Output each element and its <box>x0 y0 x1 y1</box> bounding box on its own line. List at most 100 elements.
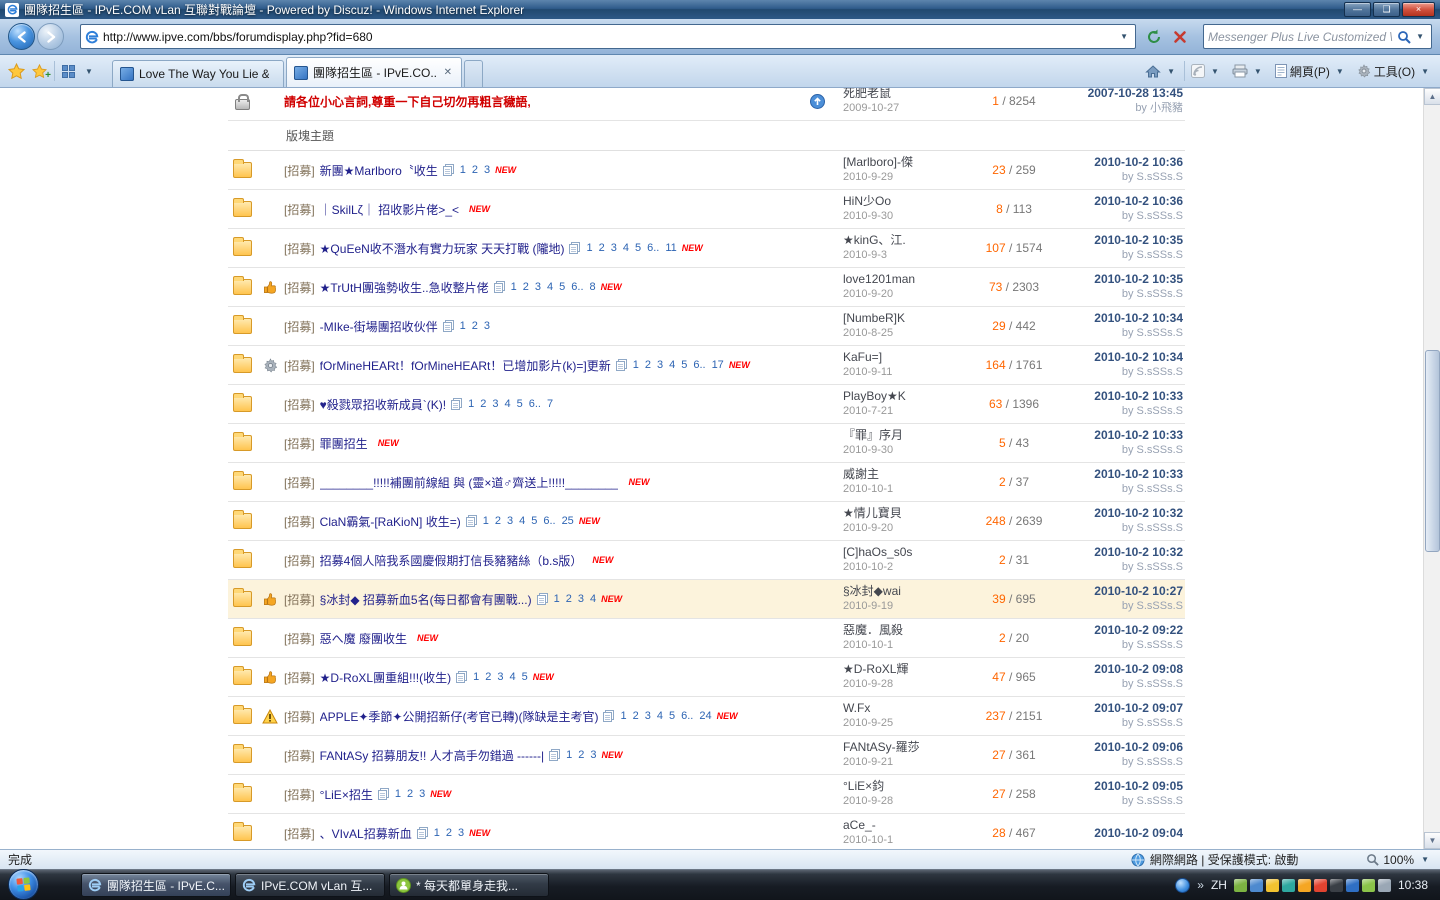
page-link[interactable]: 4 <box>669 359 675 371</box>
lastpost-author-link[interactable]: by S.sSSs.S <box>1043 443 1183 458</box>
back-button[interactable] <box>8 23 35 50</box>
thread-author-link[interactable]: 威謝主 <box>843 467 985 482</box>
lastpost-author-link[interactable]: by S.sSSs.S <box>1043 326 1183 341</box>
thread-author-link[interactable]: ★情儿寶貝 <box>843 506 985 521</box>
page-link[interactable]: 3 <box>507 515 513 527</box>
page-link[interactable]: 6.. <box>693 359 705 371</box>
zoom-control[interactable]: 100% ▼ <box>1366 853 1432 867</box>
page-link[interactable]: 6.. <box>571 281 583 293</box>
search-input[interactable] <box>1208 30 1395 44</box>
page-link[interactable]: 3 <box>590 749 596 761</box>
page-link[interactable]: 2 <box>480 398 486 410</box>
thread-title-link[interactable]: ★D-RoXL團重組!!!(收生) <box>320 669 451 686</box>
thread-title-link[interactable]: -MIke-街場團招收伙伴 <box>320 318 438 335</box>
lastpost-date-link[interactable]: 2010-10-2 10:35 <box>1043 233 1183 248</box>
tab-close-icon[interactable]: ✕ <box>442 66 454 79</box>
lastpost-date-link[interactable]: 2010-10-2 10:34 <box>1043 350 1183 365</box>
address-dropdown-icon[interactable]: ▼ <box>1117 32 1131 41</box>
page-link[interactable]: 1 <box>566 749 572 761</box>
tray-icon[interactable] <box>1346 879 1359 892</box>
page-link[interactable]: 4 <box>547 281 553 293</box>
lastpost-date-link[interactable]: 2007-10-28 13:45 <box>1043 88 1183 101</box>
lastpost-date-link[interactable]: 2010-10-2 09:05 <box>1043 779 1183 794</box>
page-link[interactable]: 3 <box>458 827 464 839</box>
page-link[interactable]: 6.. <box>647 242 659 254</box>
stop-button[interactable] <box>1168 25 1192 49</box>
thread-author-link[interactable]: love1201man <box>843 272 985 287</box>
page-link[interactable]: 5 <box>522 671 528 683</box>
quick-tabs-icon[interactable] <box>62 65 75 78</box>
lastpost-author-link[interactable]: by S.sSSs.S <box>1043 755 1183 770</box>
lastpost-date-link[interactable]: 2010-10-2 09:07 <box>1043 701 1183 716</box>
minimize-button[interactable]: — <box>1344 2 1371 17</box>
tab-forum-active[interactable]: 團隊招生區 - IPvE.CO... ✕ <box>286 57 462 87</box>
page-link[interactable]: 2 <box>523 281 529 293</box>
new-tab-stub[interactable] <box>464 60 483 87</box>
page-link[interactable]: 1 <box>511 281 517 293</box>
page-link[interactable]: 6.. <box>681 710 693 722</box>
print-dropdown-icon[interactable]: ▼ <box>1251 67 1265 76</box>
thread-title-link[interactable]: ClaN霸氣-[RaKioN] 收生=) <box>320 513 461 530</box>
lastpost-date-link[interactable]: 2010-10-2 09:08 <box>1043 662 1183 677</box>
page-link[interactable]: 4 <box>509 671 515 683</box>
vertical-scrollbar[interactable]: ▲ ▼ <box>1423 88 1440 849</box>
lastpost-date-link[interactable]: 2010-10-2 10:32 <box>1043 545 1183 560</box>
feeds-dropdown-icon[interactable]: ▼ <box>1208 67 1222 76</box>
page-link[interactable]: 7 <box>547 398 553 410</box>
thread-author-link[interactable]: W.Fx <box>843 701 985 716</box>
lastpost-date-link[interactable]: 2010-10-2 09:22 <box>1043 623 1183 638</box>
thread-title-link[interactable]: 、VIvAL招募新血 <box>320 825 412 842</box>
lastpost-date-link[interactable]: 2010-10-2 10:32 <box>1043 506 1183 521</box>
refresh-button[interactable] <box>1142 25 1166 49</box>
scrollbar-thumb[interactable] <box>1425 350 1440 552</box>
close-button[interactable]: × <box>1402 2 1435 17</box>
tray-icon[interactable] <box>1298 879 1311 892</box>
lastpost-author-link[interactable]: by S.sSSs.S <box>1043 638 1183 653</box>
thread-title-link[interactable]: °LiE×招生 <box>320 786 373 803</box>
tray-icon[interactable] <box>1362 879 1375 892</box>
lastpost-author-link[interactable]: by S.sSSs.S <box>1043 560 1183 575</box>
lastpost-author-link[interactable]: by S.sSSs.S <box>1043 482 1183 497</box>
page-link[interactable]: 2 <box>472 320 478 332</box>
page-link[interactable]: 1 <box>460 164 466 176</box>
thread-title-link[interactable]: 招募4個人陪我系國慶假期打信長豬豬絲（b.s版） <box>320 552 583 569</box>
page-link[interactable]: 5 <box>635 242 641 254</box>
tray-icon[interactable] <box>1234 879 1247 892</box>
tray-icon[interactable] <box>1266 879 1279 892</box>
lastpost-author-link[interactable]: by S.sSSs.S <box>1043 365 1183 380</box>
thread-author-link[interactable]: KaFu=] <box>843 350 985 365</box>
page-link[interactable]: 2 <box>485 671 491 683</box>
page-link[interactable]: 2 <box>495 515 501 527</box>
thread-title-link[interactable]: 新團★Marlboro〝收生 <box>320 162 438 179</box>
page-link[interactable]: 3 <box>611 242 617 254</box>
thread-title-link[interactable]: 惡へ魔 廢團收生 <box>320 630 407 647</box>
quick-tabs-dropdown-icon[interactable]: ▼ <box>82 67 96 76</box>
page-link[interactable]: 4 <box>519 515 525 527</box>
page-link[interactable]: 8 <box>590 281 596 293</box>
page-menu-button[interactable]: 網頁(P) ▼ <box>1271 60 1351 83</box>
page-link[interactable]: 5 <box>531 515 537 527</box>
page-link[interactable]: 6.. <box>529 398 541 410</box>
url-input[interactable] <box>103 30 1117 44</box>
thread-author-link[interactable]: °LiE×鈞 <box>843 779 985 794</box>
lastpost-author-link[interactable]: by S.sSSs.S <box>1043 170 1183 185</box>
maximize-button[interactable]: ❑ <box>1373 2 1400 17</box>
page-link[interactable]: 5 <box>681 359 687 371</box>
scroll-down-icon[interactable]: ▼ <box>1424 832 1440 849</box>
lastpost-date-link[interactable]: 2010-10-2 10:36 <box>1043 155 1183 170</box>
thread-title-link[interactable]: ｜SkilLζ｜ 招收影片佬>_< <box>320 201 459 218</box>
page-link[interactable]: 6.. <box>543 515 555 527</box>
notification-ie-icon[interactable] <box>1175 878 1190 893</box>
page-link[interactable]: 3 <box>578 593 584 605</box>
page-link[interactable]: 2 <box>407 788 413 800</box>
thread-title-link[interactable]: 罪團招生 <box>320 435 368 452</box>
lastpost-author-link[interactable]: by S.sSSs.S <box>1043 287 1183 302</box>
page-link[interactable]: 4 <box>590 593 596 605</box>
page-dropdown-icon[interactable]: ▼ <box>1333 67 1347 76</box>
lastpost-date-link[interactable]: 2010-10-2 10:33 <box>1043 389 1183 404</box>
tray-icon[interactable] <box>1282 879 1295 892</box>
tray-icon[interactable] <box>1250 879 1263 892</box>
lastpost-date-link[interactable]: 2010-10-2 10:33 <box>1043 428 1183 443</box>
lastpost-date-link[interactable]: 2010-10-2 10:33 <box>1043 467 1183 482</box>
thread-author-link[interactable]: FANtASy-羅莎 <box>843 740 985 755</box>
